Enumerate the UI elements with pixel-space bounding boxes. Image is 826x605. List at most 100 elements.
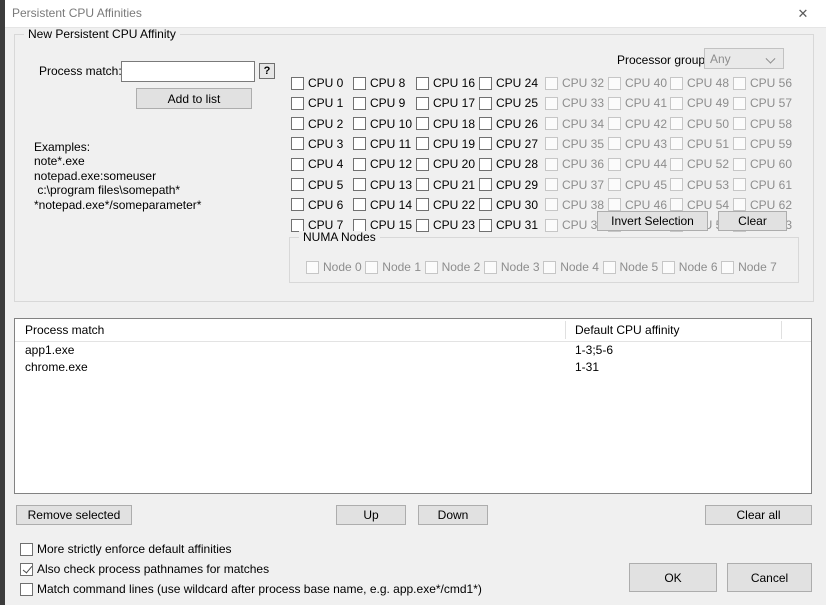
option-checkbox-2[interactable]: Match command lines (use wildcard after … [20, 582, 482, 596]
cpu-checkbox-cpu-13[interactable]: CPU 13 [353, 178, 412, 192]
checkbox-label: CPU 56 [750, 76, 793, 90]
checkbox-box [545, 76, 558, 90]
clear-button[interactable]: Clear [718, 211, 787, 231]
cpu-checkbox-cpu-24[interactable]: CPU 24 [479, 76, 538, 90]
checkbox-box [306, 260, 319, 274]
cpu-checkbox-cpu-18[interactable]: CPU 18 [416, 117, 475, 131]
checkbox-box [608, 76, 621, 90]
checkbox-label: CPU 9 [370, 96, 406, 111]
clear-all-button[interactable]: Clear all [705, 505, 812, 525]
checkbox-box [291, 157, 304, 171]
cancel-button[interactable]: Cancel [727, 563, 812, 592]
cpu-checkbox-cpu-27[interactable]: CPU 27 [479, 137, 538, 151]
cpu-checkbox-cpu-12[interactable]: CPU 12 [353, 157, 412, 171]
cpu-checkbox-cpu-17[interactable]: CPU 17 [416, 96, 475, 110]
checkbox-box [416, 137, 429, 151]
cpu-checkbox-cpu-43: CPU 43 [608, 137, 667, 151]
cpu-checkbox-cpu-10[interactable]: CPU 10 [353, 117, 412, 131]
checkbox-box [479, 178, 492, 191]
ok-button[interactable]: OK [629, 563, 717, 592]
cpu-checkbox-cpu-34: CPU 34 [545, 117, 604, 131]
affinities-listview[interactable]: Process match Default CPU affinity app1.… [14, 318, 812, 494]
checkbox-label: Also check process pathnames for matches [37, 562, 270, 576]
cpu-checkbox-cpu-23[interactable]: CPU 23 [416, 218, 475, 232]
new-affinity-groupbox-title: New Persistent CPU Affinity [24, 28, 180, 41]
checkbox-box [545, 137, 558, 151]
checkbox-label: CPU 44 [625, 157, 668, 172]
add-to-list-button[interactable]: Add to list [136, 88, 252, 109]
cpu-checkbox-cpu-38: CPU 38 [545, 198, 604, 212]
checkbox-label: CPU 12 [370, 157, 413, 172]
checkbox-box [416, 218, 429, 232]
cpu-checkbox-cpu-29[interactable]: CPU 29 [479, 178, 538, 192]
checkbox-label: CPU 37 [562, 177, 605, 192]
cpu-checkbox-cpu-4[interactable]: CPU 4 [291, 157, 343, 171]
process-match-input[interactable] [121, 61, 255, 82]
cpu-checkbox-cpu-19[interactable]: CPU 19 [416, 137, 475, 151]
listview-rows: app1.exe 1-3;5-6 chrome.exe 1-31 [15, 342, 811, 376]
cpu-checkbox-cpu-0[interactable]: CPU 0 [291, 76, 343, 90]
move-down-button[interactable]: Down [418, 505, 488, 525]
cpu-checkbox-cpu-31[interactable]: CPU 31 [479, 218, 538, 232]
checkbox-label: CPU 58 [750, 116, 793, 131]
checkbox-label: CPU 45 [625, 177, 668, 192]
checkbox-box [733, 76, 746, 90]
cpu-checkbox-cpu-11[interactable]: CPU 11 [353, 137, 411, 151]
checkbox-box [661, 260, 675, 274]
column-divider-1[interactable] [565, 321, 566, 339]
cpu-checkbox-cpu-14[interactable]: CPU 14 [353, 198, 412, 212]
checkbox-label: Match command lines (use wildcard after … [37, 582, 482, 596]
cpu-checkbox-cpu-25[interactable]: CPU 25 [479, 96, 538, 110]
cpu-checkbox-cpu-26[interactable]: CPU 26 [479, 117, 538, 131]
checkbox-box [20, 542, 33, 556]
cpu-checkbox-cpu-8[interactable]: CPU 8 [353, 76, 405, 90]
close-icon[interactable]: ✕ [780, 0, 826, 27]
cpu-checkbox-cpu-20[interactable]: CPU 20 [416, 157, 475, 171]
checkbox-box [416, 76, 429, 90]
cpu-checkbox-cpu-9[interactable]: CPU 9 [353, 96, 405, 110]
column-header-default-cpu-affinity[interactable]: Default CPU affinity [575, 323, 680, 337]
checkbox-label: Node 4 [560, 260, 599, 274]
cpu-checkbox-cpu-6[interactable]: CPU 6 [291, 198, 343, 212]
help-icon[interactable]: ? [259, 63, 275, 79]
remove-selected-button[interactable]: Remove selected [16, 505, 132, 525]
cpu-checkbox-cpu-16[interactable]: CPU 16 [416, 76, 475, 90]
checkbox-label: CPU 52 [687, 157, 730, 172]
cpu-checkbox-cpu-22[interactable]: CPU 22 [416, 198, 475, 212]
checkbox-box [291, 96, 304, 110]
checkbox-label: CPU 32 [562, 76, 605, 90]
cpu-checkbox-cpu-33: CPU 33 [545, 96, 604, 110]
cpu-checkbox-cpu-35: CPU 35 [545, 137, 604, 151]
numa-checkbox-node-5: Node 5 [602, 260, 658, 274]
checkbox-box [670, 198, 683, 212]
table-row[interactable]: app1.exe 1-3;5-6 [15, 342, 811, 359]
move-up-button[interactable]: Up [336, 505, 406, 525]
checkbox-label: CPU 35 [562, 136, 605, 151]
checkbox-label: CPU 11 [370, 136, 412, 151]
checkbox-label: CPU 29 [496, 177, 539, 192]
processor-group-select[interactable]: Any [704, 48, 784, 69]
option-checkbox-0[interactable]: More strictly enforce default affinities [20, 542, 232, 556]
checkbox-box [602, 260, 616, 274]
invert-selection-button[interactable]: Invert Selection [597, 211, 708, 231]
column-header-process-match[interactable]: Process match [25, 323, 104, 337]
table-row[interactable]: chrome.exe 1-31 [15, 359, 811, 376]
cpu-checkbox-cpu-44: CPU 44 [608, 157, 667, 171]
option-checkbox-1[interactable]: Also check process pathnames for matches [20, 562, 269, 576]
column-divider-2[interactable] [781, 321, 782, 339]
checkbox-label: CPU 42 [625, 116, 668, 131]
checkbox-box [353, 76, 366, 90]
cpu-checkbox-cpu-5[interactable]: CPU 5 [291, 178, 343, 192]
cpu-checkbox-cpu-1[interactable]: CPU 1 [291, 96, 343, 110]
checkbox-label: CPU 59 [750, 136, 793, 151]
checkbox-label: CPU 0 [308, 76, 344, 90]
checkbox-label: CPU 19 [433, 136, 476, 151]
checkbox-label: CPU 16 [433, 76, 476, 90]
checkbox-box [545, 96, 558, 110]
checkbox-label: CPU 15 [370, 218, 413, 233]
cpu-checkbox-cpu-3[interactable]: CPU 3 [291, 137, 343, 151]
cpu-checkbox-cpu-30[interactable]: CPU 30 [479, 198, 538, 212]
cpu-checkbox-cpu-2[interactable]: CPU 2 [291, 117, 343, 131]
cpu-checkbox-cpu-21[interactable]: CPU 21 [416, 178, 475, 192]
cpu-checkbox-cpu-28[interactable]: CPU 28 [479, 157, 538, 171]
